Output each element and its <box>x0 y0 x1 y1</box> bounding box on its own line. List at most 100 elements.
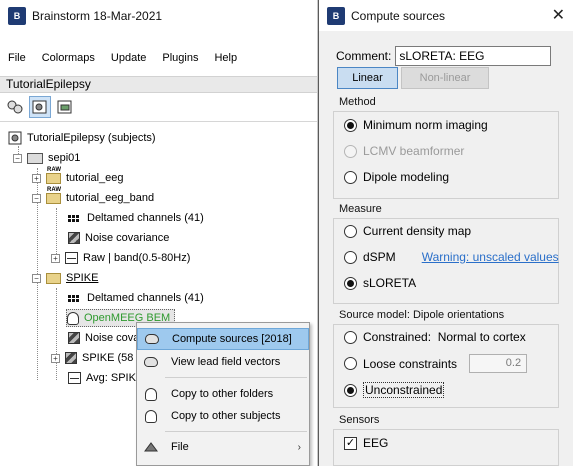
toolbar-divider <box>0 121 317 122</box>
menu-item-label: View lead field vectors <box>171 356 281 368</box>
anatomy-view-button[interactable] <box>4 96 26 118</box>
average-data-icon <box>68 372 81 384</box>
radio-icon <box>344 330 357 344</box>
raw-folder-icon: RAW <box>46 167 61 184</box>
nonlinear-button[interactable]: Non-linear <box>401 67 489 89</box>
comment-input[interactable]: sLORETA: EEG <box>395 46 552 66</box>
measure-sloreta[interactable]: sLORETA <box>344 276 416 290</box>
menu-copy-folders[interactable]: Copy to other folders <box>137 383 309 405</box>
option-label: Current density map <box>363 224 472 238</box>
radio-disabled-icon <box>344 144 357 158</box>
expand-toggle[interactable]: + <box>32 173 41 183</box>
menu-compute-sources[interactable]: Compute sources [2018] <box>137 328 309 350</box>
raw-folder-open-icon: RAW <box>46 187 61 204</box>
collapse-toggle[interactable]: − <box>13 153 22 163</box>
sensor-eeg[interactable]: ✓ EEG <box>344 436 388 450</box>
dialog-title: Compute sources <box>351 8 446 23</box>
menu-item-label: Compute sources [2018] <box>172 333 292 345</box>
tree-item-spike-trials[interactable]: + SPIKE (58 <box>51 349 133 367</box>
trial-group-icon <box>65 352 77 364</box>
item-label: Deltamed channels (41) <box>87 292 204 304</box>
measure-group-label: Measure <box>339 203 382 215</box>
folder-label: tutorial_eeg <box>66 172 124 184</box>
noise-covariance-icon <box>68 332 80 344</box>
method-lcmv[interactable]: LCMV beamformer <box>344 144 464 158</box>
tree-item-spike-noise[interactable]: Noise cova <box>68 329 139 347</box>
protocol-selector[interactable]: TutorialEpilepsy <box>0 76 317 93</box>
radio-icon <box>344 357 357 370</box>
menu-file[interactable]: File <box>0 52 34 64</box>
collapse-toggle[interactable]: − <box>32 193 41 203</box>
raw-data-icon <box>65 252 78 264</box>
functional-conditions-view-button[interactable] <box>54 96 76 118</box>
item-label: Noise cova <box>85 332 140 344</box>
item-label: SPIKE (58 <box>82 352 134 364</box>
menu-update[interactable]: Update <box>103 52 154 64</box>
option-label: Minimum norm imaging <box>363 118 488 132</box>
method-dipole-modeling[interactable]: Dipole modeling <box>344 170 449 184</box>
item-label: Avg: SPIK <box>86 372 136 384</box>
menu-view-lead-field[interactable]: View lead field vectors <box>137 351 309 373</box>
radio-checked-icon <box>344 276 357 290</box>
menu-file-submenu[interactable]: File › <box>137 436 309 458</box>
tree-item-spike-channels[interactable]: Deltamed channels (41) <box>68 289 204 307</box>
brainstorm-logo-icon: B <box>327 6 345 25</box>
menu-plugins[interactable]: Plugins <box>154 52 206 64</box>
tree-folder-tutorial-eeg[interactable]: + RAW tutorial_eeg <box>32 167 124 187</box>
tree-item-avg[interactable]: Avg: SPIK <box>68 369 136 387</box>
orientation-constrained[interactable]: Constrained: Normal to cortex <box>344 330 526 344</box>
sensors-group-label: Sensors <box>339 414 380 426</box>
method-minimum-norm[interactable]: Minimum norm imaging <box>344 118 488 132</box>
orientation-unconstrained[interactable]: Unconstrained <box>344 382 445 398</box>
expand-toggle[interactable]: + <box>51 353 60 363</box>
raw-tag: RAW <box>47 166 61 173</box>
tree-folder-tutorial-eeg-band[interactable]: − RAW tutorial_eeg_band <box>32 187 155 207</box>
menu-bar: File Colormaps Update Plugins Help <box>0 48 317 68</box>
option-label: sLORETA <box>363 276 417 290</box>
channels-icon <box>68 214 82 222</box>
checkbox-checked-icon: ✓ <box>344 436 357 450</box>
tree-folder-spike[interactable]: − SPIKE <box>32 269 98 287</box>
radio-icon <box>344 224 357 238</box>
functional-subjects-icon <box>32 100 47 114</box>
brain-icon <box>143 355 159 369</box>
headmodel-context-menu: Compute sources [2018] View lead field v… <box>136 322 310 466</box>
tree-subject[interactable]: − sepi01 <box>13 149 80 167</box>
option-label: dSPM <box>363 250 396 264</box>
linear-button[interactable]: Linear <box>337 67 398 89</box>
loose-value-input[interactable]: 0.2 <box>469 354 528 373</box>
method-group-label: Method <box>339 96 376 108</box>
menu-colormaps[interactable]: Colormaps <box>34 52 103 64</box>
item-label: Noise covariance <box>85 232 170 244</box>
menu-item-label: Copy to other subjects <box>171 410 281 422</box>
measure-current-density[interactable]: Current density map <box>344 224 471 238</box>
option-label: EEG <box>363 436 389 450</box>
tree-item-channels[interactable]: Deltamed channels (41) <box>68 209 204 227</box>
head-icon <box>143 409 159 423</box>
expand-toggle[interactable]: + <box>51 253 60 263</box>
folder-open-icon <box>46 272 61 284</box>
menu-copy-subjects[interactable]: Copy to other subjects <box>137 405 309 427</box>
comment-label: Comment: <box>336 49 392 63</box>
tree-item-noise-covariance[interactable]: Noise covariance <box>68 229 169 247</box>
radio-icon <box>344 250 357 264</box>
subject-label: sepi01 <box>48 152 81 164</box>
collapse-toggle[interactable]: − <box>32 273 41 283</box>
tree-root[interactable]: TutorialEpilepsy (subjects) <box>8 129 156 147</box>
unscaled-warning-link[interactable]: Warning: unscaled values <box>422 250 559 264</box>
menu-item-label: File <box>171 441 189 453</box>
file-tools-icon <box>143 440 159 454</box>
functional-conditions-icon <box>57 100 72 114</box>
menu-help[interactable]: Help <box>206 52 245 64</box>
main-titlebar: B Brainstorm 18-Mar-2021 <box>0 0 317 31</box>
measure-dspm[interactable]: dSPM Warning: unscaled values <box>344 250 559 264</box>
option-label: Constrained: Normal to cortex <box>363 330 526 344</box>
functional-subjects-view-button[interactable] <box>29 96 51 118</box>
close-icon[interactable]: ✕ <box>552 5 565 25</box>
tree-item-raw[interactable]: + Raw | band(0.5-80Hz) <box>51 249 190 267</box>
orientation-loose[interactable]: Loose constraints 0.2 <box>344 354 528 373</box>
channels-icon <box>68 294 82 302</box>
folder-label: tutorial_eeg_band <box>66 192 155 204</box>
subject-icon <box>27 152 43 164</box>
anatomy-view-icon <box>7 100 23 114</box>
